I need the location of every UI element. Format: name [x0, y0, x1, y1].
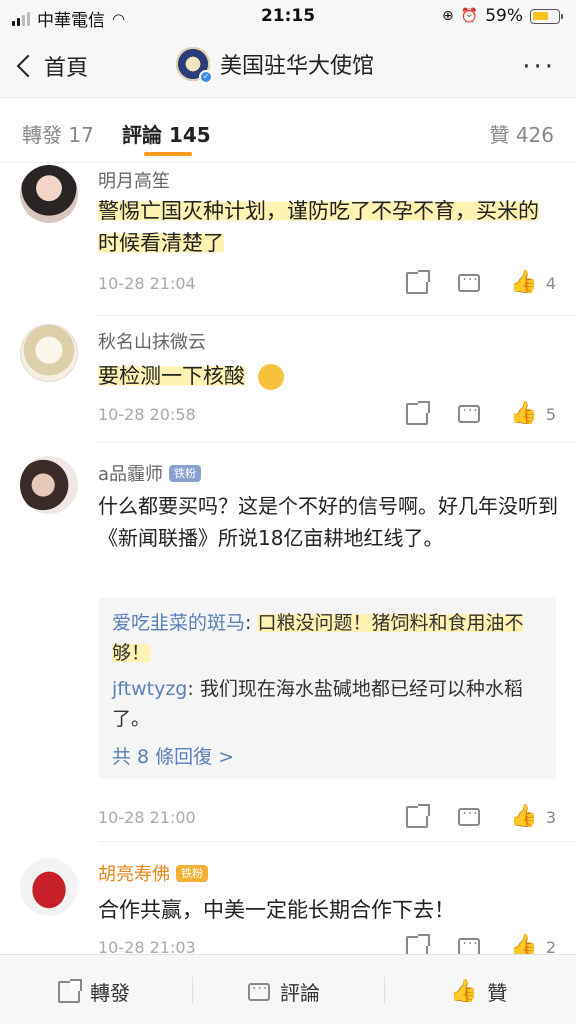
like-count: 5: [545, 404, 556, 424]
like-button[interactable]: 👍 5: [510, 403, 556, 425]
thumbs-up-icon: 👍: [510, 270, 538, 295]
comment-actions: 👍 3: [406, 804, 556, 828]
comment-label: 評論: [280, 981, 320, 1005]
comment-text: 合作共赢，中美一定能长期合作下去！: [98, 894, 558, 926]
author-name: 明月高笙: [98, 171, 170, 192]
comment-icon: [248, 981, 270, 1001]
comment-text-content: 要检测一下核酸: [98, 364, 245, 388]
divider: [98, 442, 576, 443]
comment-text-content: 什么都要买吗？这是个不好的信号啊。好几年没听到《新闻联播》所说18亿亩耕地红线了…: [98, 494, 558, 550]
like-button[interactable]: 👍 3: [510, 806, 556, 828]
comment-author[interactable]: 胡亮寿佛 铁粉: [98, 860, 208, 886]
status-bar: 中華電信 ◠ 21:15 ⊕ ⏰ 59%: [0, 0, 576, 34]
divider: [98, 841, 576, 842]
share-icon: [58, 978, 82, 1003]
tab-repost[interactable]: 轉發 17: [22, 119, 94, 148]
fan-badge: 铁粉: [176, 864, 208, 882]
comment-text-content: 警惕亡国灭种计划，谨防吃了不孕不育，买米的时候看清楚了: [98, 199, 539, 255]
repost-button[interactable]: 轉發: [58, 977, 130, 1006]
comment-text: 要检测一下核酸: [98, 360, 558, 392]
tab-like[interactable]: 贊 426: [489, 119, 554, 148]
reply-item[interactable]: jftwtyzg: 我们现在海水盐碱地都已经可以种水稻了。: [112, 674, 542, 734]
divider: [384, 977, 385, 1003]
embassy-seal-avatar: ✓: [176, 47, 213, 84]
avatar[interactable]: [20, 456, 78, 514]
more-button[interactable]: ···: [522, 52, 556, 82]
chevron-left-icon: [16, 54, 40, 78]
author-name: 秋名山抹微云: [98, 332, 206, 353]
author-name: 胡亮寿佛: [98, 864, 170, 885]
comment-actions: 👍 5: [406, 401, 556, 425]
repost-label: 轉發: [90, 981, 130, 1005]
avatar[interactable]: [20, 858, 78, 916]
like-label: 贊: [487, 981, 508, 1005]
more-replies-link[interactable]: 共 8 條回復 >: [112, 742, 542, 769]
alarm-icon: ⏰: [460, 8, 479, 24]
fan-badge: 铁粉: [169, 464, 202, 482]
reply-author[interactable]: jftwtyzg: [112, 678, 187, 700]
share-icon[interactable]: [406, 804, 431, 828]
avatar[interactable]: [20, 165, 78, 223]
title-label: 美国驻华大使馆: [220, 54, 375, 79]
author-name: a品霾师: [98, 464, 164, 485]
share-icon[interactable]: [406, 401, 431, 425]
like-button[interactable]: 👍 4: [510, 272, 556, 294]
reply-colon: :: [187, 678, 200, 700]
comment-text-content: 合作共赢，中美一定能长期合作下去！: [98, 898, 455, 922]
like-count: 3: [545, 807, 556, 827]
back-button[interactable]: 首頁: [14, 50, 88, 82]
tab-comment[interactable]: 評論 145: [122, 119, 211, 148]
status-right: ⊕ ⏰ 59%: [442, 6, 563, 26]
avatar[interactable]: [20, 324, 78, 382]
comment-time: 10-28 21:04: [98, 274, 196, 293]
divider: [98, 315, 576, 316]
comment-author[interactable]: 秋名山抹微云: [98, 328, 206, 354]
comment-text: 警惕亡国灭种计划，谨防吃了不孕不育，买米的时候看清楚了: [98, 195, 558, 259]
back-label: 首頁: [44, 56, 89, 81]
nav-bar: 首頁 ✓ 美国驻华大使馆 ···: [0, 34, 576, 98]
tab-bar: 轉發 17 評論 145 贊 426: [0, 99, 576, 163]
comment-actions: 👍 4: [406, 270, 556, 294]
comment-time: 10-28 21:00: [98, 808, 196, 827]
divider: [192, 977, 193, 1003]
share-icon[interactable]: [406, 270, 431, 294]
comment-author[interactable]: a品霾师 铁粉: [98, 460, 202, 486]
reply-author[interactable]: 爱吃韭菜的斑马: [112, 612, 245, 634]
thumbs-up-icon: 👍: [510, 401, 538, 426]
reply-item[interactable]: 爱吃韭菜的斑马: 口粮没问题！猪饲料和食用油不够！: [112, 608, 542, 668]
location-icon: ⊕: [442, 8, 454, 24]
active-tab-indicator: [144, 152, 192, 156]
reply-colon: :: [245, 612, 258, 634]
thumbs-up-icon: 👍: [450, 978, 478, 1004]
thumbs-up-icon: 👍: [510, 804, 538, 829]
like-button[interactable]: 👍 贊: [450, 977, 507, 1006]
comment-time: 10-28 20:58: [98, 405, 196, 424]
comment-button[interactable]: 評論: [248, 977, 320, 1006]
battery-percent: 59%: [485, 6, 523, 26]
reply-icon[interactable]: [458, 403, 481, 423]
emoji-icon: [257, 364, 284, 390]
comment-text: 什么都要买吗？这是个不好的信号啊。好几年没听到《新闻联播》所说18亿亩耕地红线了…: [98, 490, 558, 554]
like-count: 4: [545, 273, 556, 293]
reply-icon[interactable]: [458, 272, 481, 292]
comment-author[interactable]: 明月高笙: [98, 167, 170, 193]
verified-icon: ✓: [199, 70, 213, 84]
reply-box: 爱吃韭菜的斑马: 口粮没问题！猪饲料和食用油不够！ jftwtyzg: 我们现在…: [98, 598, 556, 779]
battery-icon: [530, 8, 563, 24]
reply-icon[interactable]: [458, 806, 481, 826]
bottom-action-bar: 轉發 評論 👍 贊: [0, 954, 576, 1024]
page-title[interactable]: ✓ 美国驻华大使馆: [176, 47, 375, 84]
